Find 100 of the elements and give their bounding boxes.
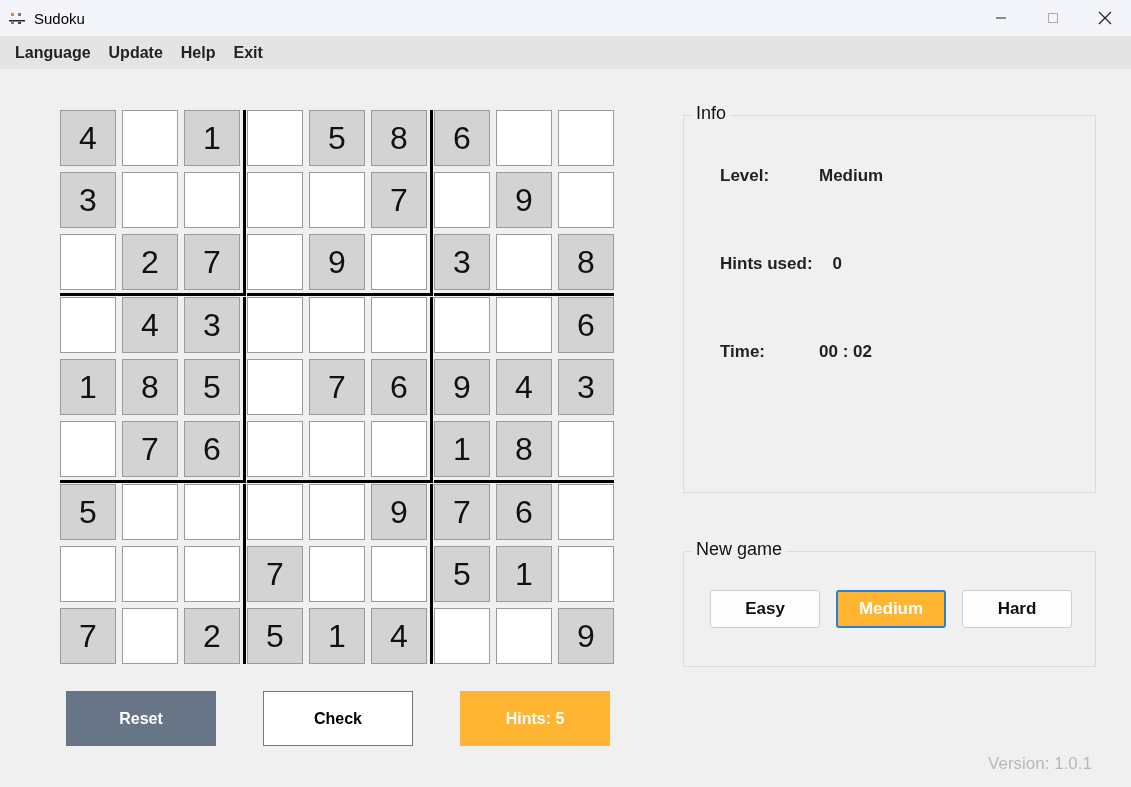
sudoku-cell[interactable]	[60, 234, 116, 290]
window-title: Sudoku	[34, 9, 86, 27]
sudoku-cell[interactable]: 7	[371, 172, 427, 228]
sudoku-cell[interactable]	[247, 234, 303, 290]
sudoku-cell[interactable]: 3	[558, 359, 614, 415]
sudoku-cell[interactable]	[558, 110, 614, 166]
sudoku-cell[interactable]: 5	[247, 608, 303, 664]
sudoku-cell[interactable]: 9	[309, 234, 365, 290]
sudoku-cell[interactable]: 1	[60, 359, 116, 415]
sudoku-cell[interactable]	[496, 110, 552, 166]
sudoku-cell[interactable]	[496, 234, 552, 290]
sudoku-cell[interactable]: 5	[60, 484, 116, 540]
check-button[interactable]: Check	[263, 691, 413, 746]
sudoku-cell[interactable]: 7	[60, 608, 116, 664]
sudoku-cell[interactable]	[184, 484, 240, 540]
sudoku-cell[interactable]: 3	[184, 297, 240, 353]
sudoku-cell[interactable]: 7	[247, 546, 303, 602]
sudoku-cell[interactable]	[434, 297, 490, 353]
close-icon	[1098, 11, 1112, 25]
menu-item[interactable]: Language	[6, 43, 100, 62]
sudoku-cell[interactable]	[60, 546, 116, 602]
sudoku-cell[interactable]: 8	[496, 421, 552, 477]
sudoku-cell[interactable]	[122, 110, 178, 166]
app-icon	[8, 11, 26, 25]
sudoku-cell[interactable]	[60, 297, 116, 353]
sudoku-cell[interactable]: 1	[184, 110, 240, 166]
sudoku-cell[interactable]: 6	[434, 110, 490, 166]
sudoku-cell[interactable]: 4	[496, 359, 552, 415]
sudoku-cell[interactable]	[122, 484, 178, 540]
difficulty-button[interactable]: Easy	[710, 590, 820, 628]
sudoku-cell[interactable]	[247, 484, 303, 540]
sudoku-cell[interactable]: 5	[184, 359, 240, 415]
sudoku-cell[interactable]	[558, 172, 614, 228]
sudoku-cell[interactable]	[371, 234, 427, 290]
info-label: Hints used:	[720, 254, 813, 274]
menu-item[interactable]: Update	[99, 43, 172, 62]
sudoku-cell[interactable]: 4	[60, 110, 116, 166]
sudoku-cell[interactable]	[309, 421, 365, 477]
sudoku-cell[interactable]: 1	[434, 421, 490, 477]
sudoku-cell[interactable]	[184, 172, 240, 228]
sudoku-cell[interactable]	[496, 608, 552, 664]
sudoku-cell[interactable]	[184, 546, 240, 602]
sudoku-cell[interactable]	[371, 421, 427, 477]
sudoku-cell[interactable]: 6	[558, 297, 614, 353]
sudoku-cell[interactable]: 4	[371, 608, 427, 664]
info-label: Time:	[720, 342, 767, 362]
menu-item[interactable]: Exit	[224, 43, 272, 62]
sudoku-cell[interactable]: 5	[309, 110, 365, 166]
info-value: 0	[832, 254, 843, 274]
sudoku-cell[interactable]: 7	[184, 234, 240, 290]
sudoku-cell[interactable]: 8	[558, 234, 614, 290]
sudoku-cell[interactable]: 8	[371, 110, 427, 166]
sudoku-cell[interactable]	[247, 421, 303, 477]
sudoku-cell[interactable]	[309, 546, 365, 602]
sudoku-cell[interactable]	[247, 172, 303, 228]
sudoku-cell[interactable]	[558, 421, 614, 477]
sudoku-cell[interactable]	[558, 484, 614, 540]
sudoku-cell[interactable]	[309, 297, 365, 353]
sudoku-cell[interactable]	[558, 546, 614, 602]
menu-item[interactable]: Help	[171, 43, 225, 62]
sudoku-cell[interactable]: 9	[434, 359, 490, 415]
maximize-icon	[1047, 12, 1059, 24]
sudoku-cell[interactable]	[60, 421, 116, 477]
sudoku-cell[interactable]: 9	[558, 608, 614, 664]
sudoku-cell[interactable]	[122, 546, 178, 602]
difficulty-button[interactable]: Hard	[962, 590, 1072, 628]
sudoku-cell[interactable]	[496, 297, 552, 353]
sudoku-cell[interactable]: 7	[122, 421, 178, 477]
version-text: Version: 1.0.1	[988, 754, 1092, 774]
sudoku-cell[interactable]	[247, 359, 303, 415]
sudoku-cell[interactable]: 7	[309, 359, 365, 415]
sudoku-cell[interactable]	[371, 297, 427, 353]
sudoku-cell[interactable]: 8	[122, 359, 178, 415]
sudoku-cell[interactable]: 4	[122, 297, 178, 353]
sudoku-cell[interactable]	[309, 484, 365, 540]
sudoku-cell[interactable]: 5	[434, 546, 490, 602]
sudoku-cell[interactable]: 9	[371, 484, 427, 540]
sudoku-cell[interactable]: 1	[496, 546, 552, 602]
info-label: Level:	[720, 166, 771, 186]
sudoku-cell[interactable]: 3	[60, 172, 116, 228]
sudoku-cell[interactable]	[247, 110, 303, 166]
sudoku-cell[interactable]: 3	[434, 234, 490, 290]
sudoku-cell[interactable]: 2	[184, 608, 240, 664]
sudoku-cell[interactable]	[371, 546, 427, 602]
sudoku-cell[interactable]	[247, 297, 303, 353]
sudoku-cell[interactable]	[122, 608, 178, 664]
sudoku-cell[interactable]	[122, 172, 178, 228]
sudoku-cell[interactable]: 9	[496, 172, 552, 228]
info-value: 00 : 02	[819, 342, 872, 362]
sudoku-cell[interactable]: 6	[184, 421, 240, 477]
sudoku-cell[interactable]	[434, 608, 490, 664]
sudoku-cell[interactable]	[434, 172, 490, 228]
reset-button[interactable]: Reset	[66, 691, 216, 746]
sudoku-cell[interactable]	[309, 172, 365, 228]
sudoku-cell[interactable]: 2	[122, 234, 178, 290]
sudoku-cell[interactable]: 7	[434, 484, 490, 540]
sudoku-cell[interactable]: 6	[496, 484, 552, 540]
sudoku-cell[interactable]: 1	[309, 608, 365, 664]
sudoku-cell[interactable]: 6	[371, 359, 427, 415]
panel-title: New game	[692, 539, 787, 560]
